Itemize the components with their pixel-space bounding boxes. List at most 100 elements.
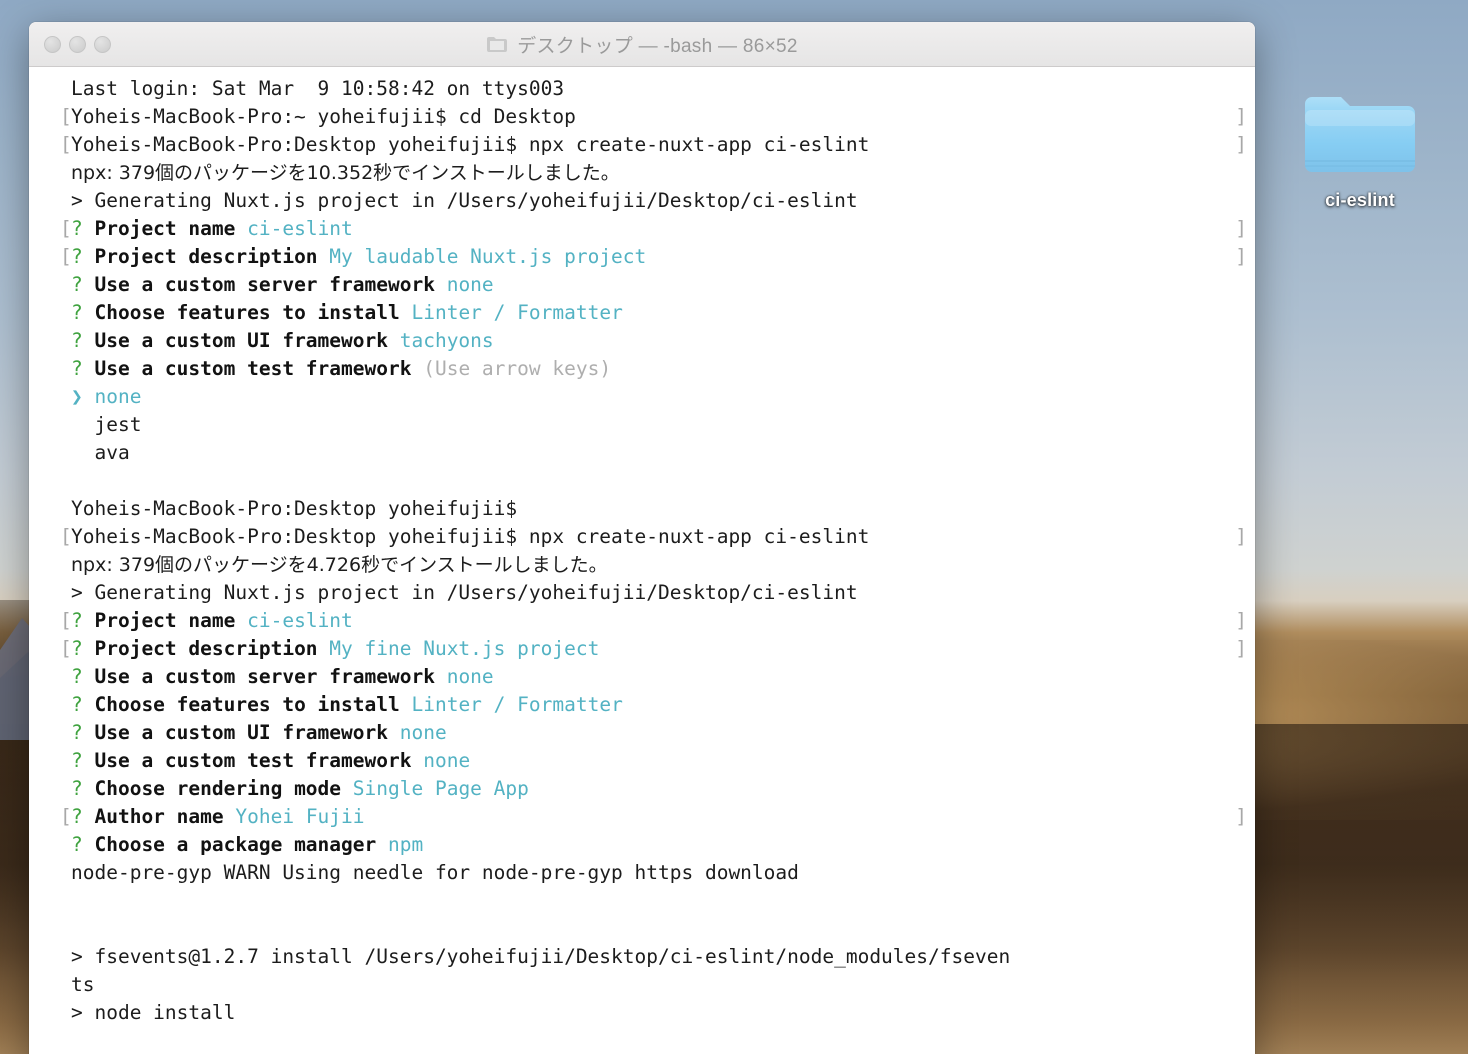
segment-plain: > node install — [71, 1001, 236, 1024]
segment-val: none — [399, 721, 447, 744]
terminal-line: > fsevents@1.2.7 install /Users/yoheifuj… — [29, 943, 1255, 971]
segment-lbl: Project description — [94, 637, 318, 660]
segment-q: ? — [71, 777, 95, 800]
terminal-output[interactable]: Last login: Sat Mar 9 10:58:42 on ttys00… — [29, 67, 1255, 1054]
terminal-line: > node install — [29, 999, 1255, 1027]
zoom-button[interactable] — [94, 35, 111, 53]
segment-val: Linter / Formatter — [411, 301, 623, 324]
segment-lbl: Use a custom test framework — [94, 749, 412, 772]
segment-plain: npx: 379個のパッケージを4.726秒でインストールしました。 — [71, 554, 608, 576]
segment-val: Yohei Fujii — [235, 805, 365, 828]
segment-lbl: Choose features to install — [94, 693, 400, 716]
segment-lbl: Project name — [94, 609, 236, 632]
close-button[interactable] — [44, 35, 61, 53]
segment-val: none — [423, 749, 471, 772]
segment-q: ? — [71, 693, 95, 716]
segment-q: ? — [71, 665, 95, 688]
segment-val: none — [446, 273, 494, 296]
terminal-line: ? Choose rendering mode Single Page App — [29, 775, 1255, 803]
segment-val: none — [446, 665, 494, 688]
segment-plain: ts — [71, 973, 95, 996]
segment-plain: ava — [71, 441, 130, 464]
segment-plain: Yoheis-MacBook-Pro:Desktop yoheifujii$ — [71, 497, 518, 520]
terminal-line: [? Project description My fine Nuxt.js p… — [29, 635, 1255, 663]
segment-plain: Yoheis-MacBook-Pro:Desktop yoheifujii$ n… — [71, 525, 870, 548]
terminal-line: ? Use a custom server framework none — [29, 663, 1255, 691]
segment-val: ci-eslint — [247, 217, 353, 240]
segment-plain — [388, 721, 400, 744]
terminal-line: [? Author name Yohei Fujii] — [29, 803, 1255, 831]
segment-plain: > Generating Nuxt.js project in /Users/y… — [71, 581, 858, 604]
folder-icon[interactable] — [1301, 86, 1419, 182]
segment-val: My fine Nuxt.js project — [329, 637, 600, 660]
segment-q: ? — [71, 749, 95, 772]
segment-lbl: Author name — [94, 805, 224, 828]
segment-plain: npx: 379個のパッケージを10.352秒でインストールしました。 — [71, 162, 620, 184]
segment-plain — [388, 329, 400, 352]
segment-plain: Yoheis-MacBook-Pro:~ yoheifujii$ cd Desk… — [71, 105, 576, 128]
segment-plain — [435, 273, 447, 296]
segment-lbl: Choose features to install — [94, 301, 400, 324]
terminal-line: npx: 379個のパッケージを4.726秒でインストールしました。 — [29, 551, 1255, 579]
folder-icon — [487, 37, 508, 52]
segment-lbl: Use a custom UI framework — [94, 329, 388, 352]
terminal-line: Last login: Sat Mar 9 10:58:42 on ttys00… — [29, 75, 1255, 103]
terminal-line: jest — [29, 411, 1255, 439]
segment-plain: jest — [71, 413, 142, 436]
segment-plain — [376, 833, 388, 856]
segment-plain: node-pre-gyp WARN Using needle for node-… — [71, 861, 799, 884]
desktop: ci-eslint デスクトップ — -bash — 86×52 Last lo… — [0, 0, 1468, 1054]
terminal-line: ? Use a custom UI framework none — [29, 719, 1255, 747]
line-open-bracket: [ — [60, 245, 72, 268]
terminal-line: node-pre-gyp WARN Using needle for node-… — [29, 859, 1255, 887]
segment-plain — [318, 245, 330, 268]
segment-q: ? — [71, 833, 95, 856]
segment-plain — [235, 217, 247, 240]
terminal-line: Yoheis-MacBook-Pro:Desktop yoheifujii$ — [29, 495, 1255, 523]
segment-lbl: Choose a package manager — [94, 833, 377, 856]
segment-lbl: Use a custom server framework — [94, 273, 435, 296]
line-open-bracket: [ — [60, 217, 72, 240]
segment-q: ? — [71, 357, 95, 380]
segment-lbl: Project description — [94, 245, 318, 268]
desktop-folder-ci-eslint[interactable]: ci-eslint — [1296, 86, 1424, 211]
terminal-line: ? Use a custom server framework none — [29, 271, 1255, 299]
segment-plain — [400, 693, 412, 716]
minimize-button[interactable] — [69, 35, 86, 53]
terminal-line: [? Project description My laudable Nuxt.… — [29, 243, 1255, 271]
terminal-line: ? Use a custom test framework none — [29, 747, 1255, 775]
segment-val: npm — [388, 833, 424, 856]
segment-plain — [411, 357, 423, 380]
segment-val: My laudable Nuxt.js project — [329, 245, 647, 268]
terminal-window[interactable]: デスクトップ — -bash — 86×52 Last login: Sat M… — [29, 22, 1255, 1054]
line-open-bracket: [ — [60, 525, 72, 548]
line-close-bracket: ] — [1235, 133, 1247, 156]
segment-val: Single Page App — [352, 777, 529, 800]
segment-lbl: Choose rendering mode — [94, 777, 342, 800]
segment-arrow: ❯ none — [71, 385, 142, 408]
window-controls[interactable] — [44, 22, 111, 66]
segment-plain: > fsevents@1.2.7 install /Users/yoheifuj… — [71, 945, 1011, 968]
segment-lbl: Use a custom UI framework — [94, 721, 388, 744]
line-open-bracket: [ — [60, 133, 72, 156]
terminal-line: npx: 379個のパッケージを10.352秒でインストールしました。 — [29, 159, 1255, 187]
terminal-line: [Yoheis-MacBook-Pro:~ yoheifujii$ cd Des… — [29, 103, 1255, 131]
terminal-line: ts — [29, 971, 1255, 999]
segment-plain: > Generating Nuxt.js project in /Users/y… — [71, 189, 858, 212]
segment-plain: Last login: Sat Mar 9 10:58:42 on ttys00… — [71, 77, 565, 100]
segment-val: Linter / Formatter — [411, 693, 623, 716]
segment-lbl: Project name — [94, 217, 236, 240]
segment-q: ? — [71, 245, 95, 268]
segment-q: ? — [71, 217, 95, 240]
segment-plain — [411, 749, 423, 772]
segment-plain — [435, 665, 447, 688]
segment-plain — [341, 777, 353, 800]
terminal-line: > Generating Nuxt.js project in /Users/y… — [29, 187, 1255, 215]
terminal-line: [Yoheis-MacBook-Pro:Desktop yoheifujii$ … — [29, 131, 1255, 159]
terminal-line: > Generating Nuxt.js project in /Users/y… — [29, 579, 1255, 607]
window-titlebar[interactable]: デスクトップ — -bash — 86×52 — [29, 22, 1255, 67]
terminal-line: ? Use a custom UI framework tachyons — [29, 327, 1255, 355]
